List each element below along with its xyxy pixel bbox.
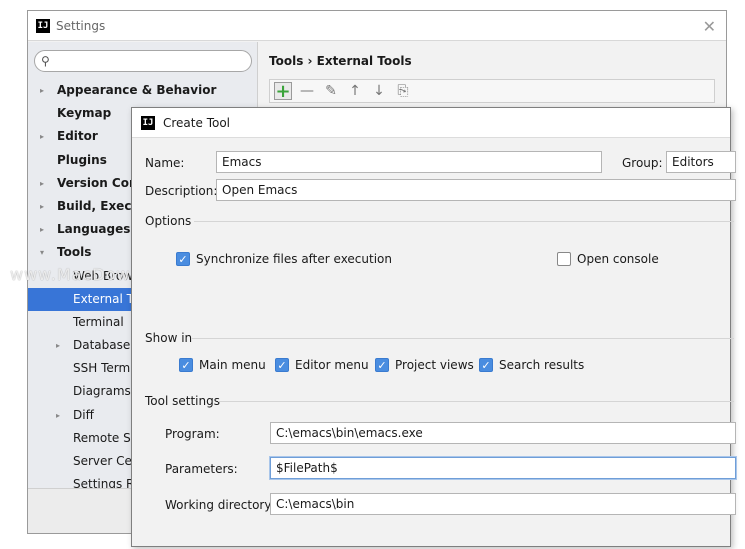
tool-settings-heading: Tool settings: [145, 394, 220, 408]
sync-files-label: Synchronize files after execution: [196, 252, 392, 266]
search-icon: ⚲: [41, 54, 50, 68]
checkmark-icon: ✓: [179, 358, 193, 372]
checkmark-icon: ✓: [375, 358, 389, 372]
checkmark-icon: ✓: [275, 358, 289, 372]
parameters-label: Parameters:: [165, 462, 238, 476]
search-input[interactable]: ⚲: [34, 50, 252, 72]
options-heading: Options: [145, 214, 192, 228]
main-menu-checkbox[interactable]: ✓ Main menu: [179, 358, 266, 372]
arrow-up-icon[interactable]: ↑: [346, 82, 364, 100]
chevron-right-icon[interactable]: ▸: [40, 79, 44, 102]
parameters-field[interactable]: $FilePath$: [270, 457, 736, 479]
sidebar-item-label: Database: [73, 338, 131, 353]
search-results-label: Search results: [499, 358, 585, 372]
description-label: Description:: [145, 184, 218, 198]
sidebar-item-label: Diff: [73, 407, 94, 422]
main-menu-label: Main menu: [199, 358, 266, 372]
breadcrumb: Tools › External Tools: [269, 54, 412, 68]
dialog-title: Create Tool: [163, 115, 230, 130]
working-directory-field[interactable]: C:\emacs\bin: [270, 493, 736, 515]
group-label: Group:: [622, 156, 663, 170]
dialog-title-bar: IJ Create Tool: [132, 108, 730, 138]
description-field[interactable]: Open Emacs: [216, 179, 736, 201]
minus-icon[interactable]: —: [298, 82, 316, 100]
pencil-icon[interactable]: ✎: [322, 82, 340, 100]
search-results-checkbox[interactable]: ✓ Search results: [479, 358, 584, 372]
name-field[interactable]: Emacs: [216, 151, 602, 173]
checkbox-empty-icon: [557, 252, 571, 266]
sidebar-item-label: Appearance & Behavior: [57, 83, 217, 97]
sync-files-checkbox[interactable]: ✓ Synchronize files after execution: [176, 252, 392, 266]
create-tool-dialog: IJ Create Tool Name: Emacs Group: Editor…: [131, 107, 736, 547]
sidebar-item-appearance-behavior[interactable]: ▸ Appearance & Behavior: [28, 79, 258, 102]
external-tools-toolbar: + — ✎ ↑ ↓ ⎘: [269, 79, 715, 103]
program-label: Program:: [165, 427, 220, 441]
project-views-label: Project views: [395, 358, 474, 372]
editor-menu-label: Editor menu: [295, 358, 369, 372]
chevron-down-icon[interactable]: ▾: [40, 241, 44, 264]
group-select[interactable]: Editors: [666, 151, 736, 173]
chevron-right-icon[interactable]: ▸: [40, 195, 44, 218]
plus-icon[interactable]: +: [274, 81, 292, 102]
editor-menu-checkbox[interactable]: ✓ Editor menu: [275, 358, 369, 372]
title-bar: IJ Settings ✕: [28, 11, 726, 41]
open-console-checkbox[interactable]: Open console: [557, 252, 659, 266]
chevron-right-icon[interactable]: ▸: [40, 125, 44, 148]
sidebar-item-label: Keymap: [57, 106, 112, 121]
show-in-divider: [192, 338, 734, 339]
working-directory-label: Working directory:: [165, 498, 275, 512]
sidebar-item-label: Terminal: [73, 314, 124, 329]
sidebar-item-label: Diagrams: [73, 384, 131, 399]
sidebar-item-label: Editor: [57, 129, 98, 144]
sidebar-item-label: Plugins: [57, 152, 107, 167]
open-console-label: Open console: [577, 252, 659, 266]
chevron-right-icon[interactable]: ▸: [40, 172, 44, 195]
chevron-right-icon[interactable]: ▸: [56, 334, 60, 357]
intellij-logo-icon: IJ: [36, 18, 50, 33]
window-title: Settings: [56, 18, 106, 33]
tool-settings-divider: [218, 401, 734, 402]
intellij-logo-icon: IJ: [141, 115, 155, 130]
copy-icon[interactable]: ⎘: [394, 82, 412, 100]
options-divider: [194, 221, 734, 222]
sidebar-item-label: Tools: [57, 245, 92, 260]
close-icon[interactable]: ✕: [703, 17, 716, 36]
show-in-heading: Show in: [145, 331, 193, 345]
project-views-checkbox[interactable]: ✓ Project views: [375, 358, 474, 372]
checkmark-icon: ✓: [176, 252, 190, 266]
chevron-right-icon[interactable]: ▸: [40, 218, 44, 241]
chevron-right-icon[interactable]: ▸: [56, 404, 60, 427]
checkmark-icon: ✓: [479, 358, 493, 372]
program-field[interactable]: C:\emacs\bin\emacs.exe: [270, 422, 736, 444]
arrow-down-icon[interactable]: ↓: [370, 82, 388, 100]
name-label: Name:: [145, 156, 185, 170]
